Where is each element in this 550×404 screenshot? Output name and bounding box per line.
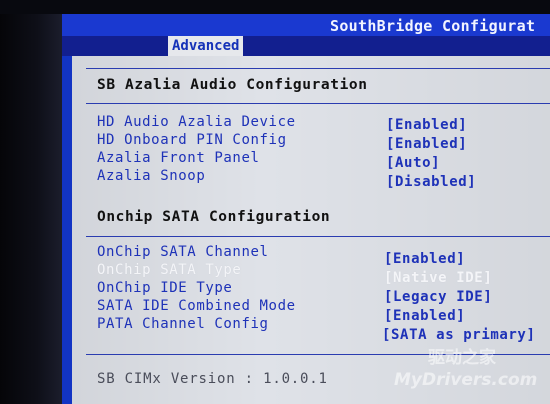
title-bar: SouthBridge Configurat bbox=[62, 14, 550, 36]
sata-item-label[interactable]: SATA IDE Combined Mode bbox=[97, 298, 296, 314]
sata-item-label[interactable]: PATA Channel Config bbox=[97, 316, 269, 332]
audio-section-heading: SB Azalia Audio Configuration bbox=[97, 77, 368, 93]
sata-item-label[interactable]: OnChip SATA Channel bbox=[97, 244, 269, 260]
audio-item-label[interactable]: Azalia Front Panel bbox=[97, 150, 260, 166]
sata-item-value[interactable]: [Enabled] bbox=[384, 308, 465, 324]
sata-item-label[interactable]: OnChip IDE Type bbox=[97, 280, 232, 296]
monitor-bezel bbox=[0, 0, 62, 404]
sata-item-label-disabled: OnChip SATA Type bbox=[97, 262, 242, 278]
sata-section-heading: Onchip SATA Configuration bbox=[97, 209, 331, 225]
separator-sata bbox=[86, 236, 550, 237]
separator-audio bbox=[86, 103, 550, 104]
tab-advanced[interactable]: Advanced bbox=[168, 36, 244, 56]
version-text: SB CIMx Version : 1.0.0.1 bbox=[97, 371, 328, 387]
sata-item-value-disabled: [Native IDE] bbox=[384, 270, 493, 286]
monitor-bezel-top bbox=[0, 0, 550, 14]
sata-item-value[interactable]: [Legacy IDE] bbox=[384, 289, 492, 305]
page-title: SouthBridge Configurat bbox=[330, 17, 536, 35]
separator-top bbox=[86, 68, 550, 69]
watermark-site: MyDrivers.com bbox=[394, 370, 538, 390]
audio-item-label[interactable]: HD Onboard PIN Config bbox=[97, 132, 287, 148]
tab-strip bbox=[62, 36, 550, 56]
audio-item-label[interactable]: Azalia Snoop bbox=[97, 168, 205, 184]
audio-item-value[interactable]: [Enabled] bbox=[386, 136, 467, 152]
sata-item-value[interactable]: [SATA as primary] bbox=[382, 327, 536, 343]
audio-item-value[interactable]: [Enabled] bbox=[386, 117, 467, 133]
sata-item-value[interactable]: [Enabled] bbox=[384, 251, 465, 267]
audio-item-value[interactable]: [Auto] bbox=[386, 155, 440, 171]
audio-item-value[interactable]: [Disabled] bbox=[386, 174, 476, 190]
watermark-chinese: 驱动之家 bbox=[428, 348, 496, 368]
audio-item-label[interactable]: HD Audio Azalia Device bbox=[97, 114, 296, 130]
